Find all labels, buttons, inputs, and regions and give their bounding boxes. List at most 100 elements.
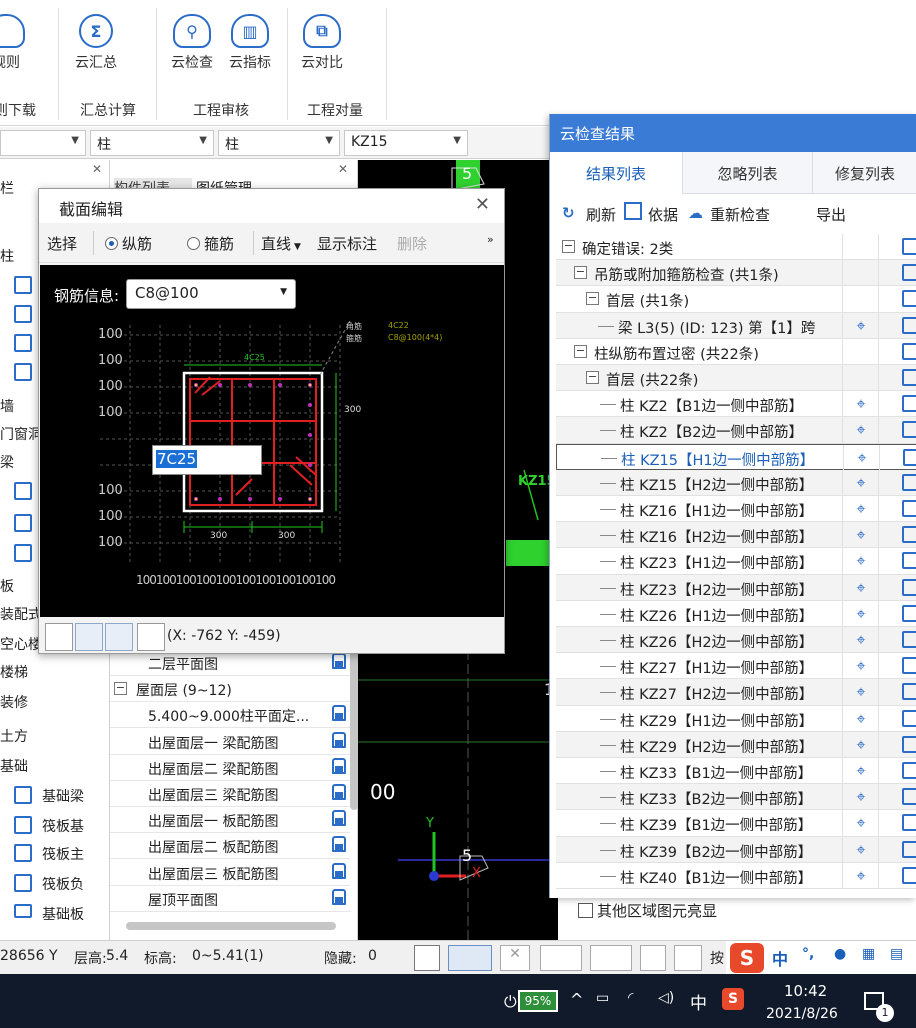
ime-menu-icon[interactable]: ▤ (890, 946, 903, 962)
result-item[interactable]: 柱 KZ16【H2边一侧中部筋】 ⌖ (556, 522, 916, 549)
nav-item-raft-main[interactable]: 筏板主 (42, 844, 84, 864)
result-item[interactable]: 柱 KZ15【H2边一侧中部筋】 ⌖ (556, 469, 916, 496)
corner-snap-icon[interactable] (45, 623, 73, 651)
select-tool[interactable]: 选择 (47, 233, 77, 254)
locate-icon[interactable]: ⌖ (852, 788, 870, 806)
result-item[interactable]: 柱 KZ26【H2边一侧中部筋】 ⌖ (556, 627, 916, 654)
locate-icon[interactable]: ⌖ (852, 762, 870, 780)
nav-item-raft-neg[interactable]: 筏板负 (42, 874, 84, 894)
locate-icon[interactable]: ⌖ (852, 526, 870, 544)
result-item[interactable]: 柱 KZ16【H1边一侧中部筋】 ⌖ (556, 496, 916, 523)
collapse-icon[interactable]: − (586, 292, 599, 306)
keyboard-icon[interactable]: ▦ (862, 946, 875, 962)
result-item[interactable]: 柱 KZ2【B2边一侧中部筋】 ⌖ (556, 417, 916, 444)
delete-button[interactable]: 删除 (397, 233, 427, 254)
column-icon[interactable] (14, 276, 32, 294)
sogou-tray-icon[interactable]: S (722, 988, 744, 1010)
edit-icon[interactable] (902, 526, 916, 544)
collapse-icon[interactable]: − (114, 682, 127, 696)
collapse-icon[interactable]: − (586, 371, 599, 384)
edit-icon[interactable] (902, 604, 916, 622)
edit-icon[interactable] (902, 342, 916, 360)
edit-icon[interactable] (902, 709, 916, 727)
edit-icon[interactable] (902, 683, 916, 701)
link-beam-icon[interactable] (14, 514, 32, 532)
refresh-icon[interactable]: ↻ (562, 204, 575, 222)
nav-item-foundation-beam[interactable]: 基础梁 (42, 786, 84, 806)
speaker-icon[interactable]: ◁) (658, 990, 674, 1006)
basis-icon[interactable] (624, 202, 642, 220)
result-group[interactable]: − 吊筋或附加箍筋检查 (共1条) (556, 260, 916, 287)
plug-icon[interactable]: ⏻ (504, 992, 517, 1012)
nav-item-earthwork[interactable]: 土方 (0, 726, 28, 746)
nav-item-opening[interactable]: 门窗洞 (0, 424, 42, 444)
ime-chinese-toggle[interactable]: 中 (772, 946, 788, 970)
raft-icon[interactable] (14, 816, 32, 834)
edit-icon[interactable] (902, 578, 916, 596)
basis-button[interactable]: 依据 (648, 204, 678, 225)
locate-icon[interactable]: ⌖ (852, 552, 870, 570)
result-group[interactable]: − 柱纵筋布置过密 (共22条) (556, 338, 916, 365)
ime-indicator[interactable]: 中 (690, 989, 707, 1014)
nav-item-column[interactable]: 柱 (0, 246, 14, 266)
edit-icon[interactable] (902, 473, 916, 491)
nav-item-raft[interactable]: 筏板基 (42, 816, 84, 836)
locate-icon[interactable]: ⌖ (852, 316, 870, 335)
floor-select[interactable]: ▼ (0, 130, 86, 156)
recheck-button[interactable]: 重新检查 (710, 204, 770, 225)
snap-corner-button[interactable] (414, 945, 440, 971)
result-item[interactable]: 柱 KZ40【B1边一侧中部筋】 ⌖ (556, 862, 916, 889)
close-icon[interactable]: ✕ (338, 162, 348, 176)
nav-item-foundation[interactable]: 基础 (0, 756, 28, 776)
locate-icon[interactable]: ⌖ (852, 395, 870, 413)
type-select[interactable]: 柱 ▼ (218, 130, 340, 156)
drawing-row[interactable]: − 屋面层 (9~12) (110, 676, 350, 703)
device-icon[interactable]: ▭ (596, 990, 609, 1006)
edit-icon[interactable] (902, 840, 916, 858)
clock-date[interactable]: 2021/8/26 (766, 1006, 838, 1022)
locate-icon[interactable]: ⌖ (852, 500, 870, 518)
raft-main-icon[interactable] (14, 844, 32, 862)
ime-punct-toggle[interactable]: °, (802, 946, 814, 962)
result-item[interactable]: 柱 KZ27【H2边一侧中部筋】 ⌖ (556, 679, 916, 706)
locate-icon[interactable]: ⌖ (852, 683, 870, 701)
edit-icon[interactable] (902, 762, 916, 779)
offset-snap-button[interactable] (590, 945, 632, 971)
result-item[interactable]: 柱 KZ33【B1边一侧中部筋】 ⌖ (556, 758, 916, 785)
edit-icon[interactable] (902, 500, 916, 517)
nav-item-decoration[interactable]: 装修 (0, 692, 28, 712)
locate-icon[interactable]: ⌖ (852, 657, 870, 675)
chevron-up-icon[interactable]: ^ (570, 990, 583, 1009)
nav-item-hollow[interactable]: 空心楼 (0, 634, 42, 654)
result-item[interactable]: 柱 KZ23【H1边一侧中部筋】 ⌖ (556, 548, 916, 575)
edit-icon[interactable] (902, 552, 916, 570)
perpendicular-snap-icon[interactable] (105, 623, 133, 651)
locate-icon[interactable]: ⌖ (852, 709, 870, 728)
result-item[interactable]: 柱 KZ26【H1边一侧中部筋】 ⌖ (556, 600, 916, 627)
ime-toolbar[interactable]: S 中 °, ● ▦ ▤ (726, 941, 916, 975)
dialog-title-bar[interactable]: 截面编辑 ✕ (39, 189, 504, 223)
locate-icon[interactable]: ⌖ (852, 578, 870, 597)
nav-item-wall[interactable]: 墙 (0, 396, 14, 416)
component-select[interactable]: KZ15 ▼ (344, 130, 468, 156)
tab-result-list[interactable]: 结果列表 (550, 152, 683, 194)
battery-indicator[interactable]: 95% (518, 990, 558, 1012)
drawing-row[interactable]: 出屋面层一 梁配筋图 (110, 729, 350, 755)
locate-icon[interactable]: ⌖ (852, 631, 870, 649)
edit-icon[interactable] (902, 395, 916, 413)
result-group[interactable]: − 首层 (共22条) (556, 365, 916, 392)
locate-icon[interactable]: ⌖ (852, 866, 870, 885)
nav-item-foundation-slab[interactable]: 基础板 (42, 904, 84, 920)
drawing-row[interactable]: 出屋面层三 板配筋图 (110, 860, 350, 886)
result-item[interactable]: 柱 KZ15【H1边一侧中部筋】 ⌖ (556, 443, 916, 471)
drawing-row[interactable]: 屋顶平面图 (110, 886, 350, 912)
column-base-icon[interactable] (14, 334, 32, 352)
foundation-slab-icon[interactable] (14, 904, 32, 918)
result-group[interactable]: − 确定错误: 2类 (556, 234, 916, 261)
rule-download-button[interactable]: 规则 (0, 14, 26, 72)
drawing-row[interactable]: 出屋面层三 梁配筋图 (110, 781, 350, 807)
edit-icon[interactable] (903, 448, 916, 466)
edit-icon[interactable] (902, 421, 916, 439)
drawing-row[interactable]: 出屋面层一 板配筋图 (110, 807, 350, 834)
lock-icon[interactable] (332, 731, 346, 748)
